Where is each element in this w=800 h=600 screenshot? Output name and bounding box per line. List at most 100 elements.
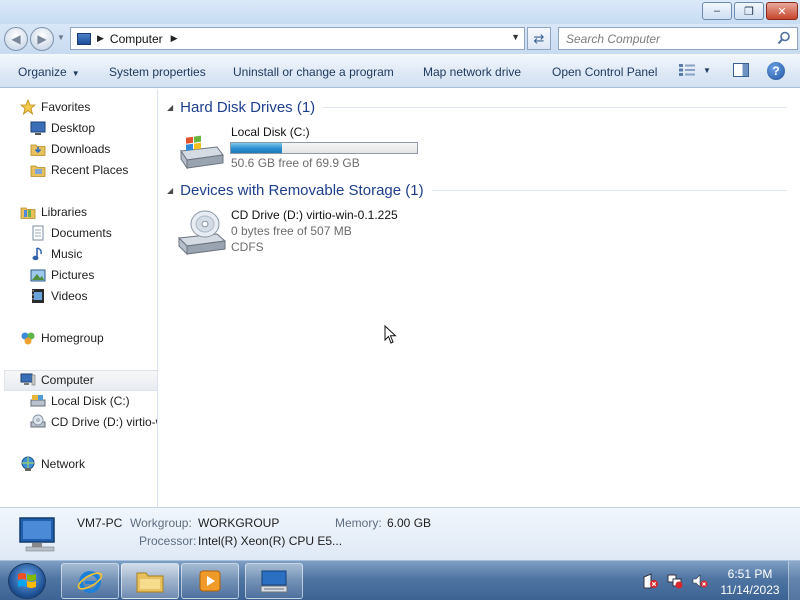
group-removable-storage[interactable]: ◢ Devices with Removable Storage (1) xyxy=(167,180,787,200)
drive-d-filesystem: CDFS xyxy=(231,240,264,254)
cd-drive-icon xyxy=(177,210,227,256)
media-player-icon xyxy=(199,570,221,592)
command-bar: Organize ▼ System properties Uninstall or… xyxy=(0,54,800,88)
nav-homegroup-label: Homegroup xyxy=(41,331,104,345)
pictures-icon xyxy=(30,269,46,282)
folder-icon xyxy=(136,572,164,593)
nav-videos[interactable]: Videos xyxy=(30,286,87,306)
group-removable-title: Devices with Removable Storage (1) xyxy=(180,181,424,199)
organize-menu[interactable]: Organize ▼ xyxy=(18,65,80,79)
local-disk-icon xyxy=(180,135,224,169)
map-network-drive-button[interactable]: Map network drive xyxy=(423,65,521,79)
show-desktop-button[interactable] xyxy=(788,561,800,600)
action-center-icon[interactable] xyxy=(643,573,659,589)
drive-d-name: CD Drive (D:) virtio-win-0.1.225 xyxy=(231,208,398,222)
taskbar-media-player[interactable] xyxy=(181,563,239,599)
maximize-button[interactable]: ❐ xyxy=(734,2,764,20)
recent-pages-dropdown-icon[interactable]: ▼ xyxy=(57,33,65,42)
taskbar-virtual-keyboard[interactable] xyxy=(245,563,303,599)
nav-computer-label: Computer xyxy=(41,373,94,387)
taskbar: 6:51 PM 11/14/2023 xyxy=(0,560,800,600)
nav-pictures[interactable]: Pictures xyxy=(30,265,94,285)
details-pane: VM7-PC Workgroup: WORKGROUP Memory: 6.00… xyxy=(0,507,800,560)
back-button[interactable]: ◀ xyxy=(4,27,28,51)
nav-cd-drive-label: CD Drive (D:) virtio-w xyxy=(51,415,158,429)
nav-libraries[interactable]: Libraries xyxy=(20,202,87,222)
nav-network[interactable]: Network xyxy=(20,454,85,474)
forward-arrow-icon: ▶ xyxy=(37,32,47,46)
group-hard-disk-title: Hard Disk Drives (1) xyxy=(180,98,316,116)
group-divider xyxy=(431,189,787,191)
desktop-icon xyxy=(30,121,46,135)
preview-pane-icon[interactable] xyxy=(733,63,749,77)
breadcrumb-chevron-icon[interactable]: ▶ xyxy=(171,33,178,44)
drive-d-free-space: 0 bytes free of 507 MB xyxy=(231,224,352,238)
back-arrow-icon: ◀ xyxy=(11,32,21,46)
videos-icon xyxy=(32,289,44,303)
nav-homegroup[interactable]: Homegroup xyxy=(20,328,104,348)
drive-cd-d[interactable]: CD Drive (D:) virtio-win-0.1.225 0 bytes… xyxy=(175,206,435,258)
workgroup-value: WORKGROUP xyxy=(198,516,280,530)
group-hard-disk-drives[interactable]: ◢ Hard Disk Drives (1) xyxy=(167,97,787,117)
mouse-pointer-icon xyxy=(384,325,397,344)
taskbar-internet-explorer[interactable] xyxy=(61,563,119,599)
remote-desktop-icon xyxy=(260,570,288,593)
computer-icon xyxy=(20,373,36,386)
drive-c-usage-fill xyxy=(231,143,283,153)
nav-recent-places[interactable]: Recent Places xyxy=(30,160,128,180)
nav-cd-drive[interactable]: CD Drive (D:) virtio-w xyxy=(30,412,158,432)
nav-videos-label: Videos xyxy=(51,289,88,303)
star-icon xyxy=(20,99,36,115)
group-divider xyxy=(323,106,787,108)
close-button[interactable]: ✕ xyxy=(766,2,798,20)
memory-label: Memory: xyxy=(335,516,382,530)
title-bar: – ❐ ✕ xyxy=(0,0,800,24)
change-view-icon[interactable] xyxy=(678,63,696,77)
breadcrumb-computer[interactable]: Computer xyxy=(110,32,163,46)
drive-c-free-space: 50.6 GB free of 69.9 GB xyxy=(231,156,360,170)
window-controls: – ❐ ✕ xyxy=(702,2,798,20)
search-input[interactable] xyxy=(566,31,766,46)
search-box[interactable] xyxy=(558,27,798,50)
volume-muted-icon[interactable] xyxy=(692,573,708,589)
search-icon[interactable] xyxy=(777,31,791,45)
system-properties-button[interactable]: System properties xyxy=(109,65,206,79)
forward-button[interactable]: ▶ xyxy=(30,27,54,51)
nav-music[interactable]: Music xyxy=(30,244,82,264)
address-bar[interactable]: ▶ Computer ▶ ▼ xyxy=(70,27,525,50)
nav-desktop[interactable]: Desktop xyxy=(30,118,95,138)
nav-desktop-label: Desktop xyxy=(51,121,96,135)
help-button[interactable]: ? xyxy=(767,62,785,80)
collapse-triangle-icon[interactable]: ◢ xyxy=(167,186,173,195)
uninstall-program-button[interactable]: Uninstall or change a program xyxy=(233,65,394,79)
libraries-icon xyxy=(20,207,36,219)
chevron-down-icon: ▼ xyxy=(71,69,80,78)
internet-explorer-icon xyxy=(77,571,103,593)
clock-time[interactable]: 6:51 PM xyxy=(718,567,782,581)
refresh-button[interactable]: ⇄ xyxy=(527,27,551,50)
memory-value: 6.00 GB xyxy=(387,516,432,530)
nav-local-disk[interactable]: Local Disk (C:) xyxy=(30,391,130,411)
nav-favorites[interactable]: Favorites xyxy=(20,97,90,117)
taskbar-windows-explorer[interactable] xyxy=(121,563,179,599)
music-note-icon xyxy=(32,247,42,261)
nav-downloads[interactable]: Downloads xyxy=(30,139,110,159)
computer-name: VM7-PC xyxy=(77,516,123,530)
open-control-panel-button[interactable]: Open Control Panel xyxy=(552,65,657,79)
processor-label: Processor: xyxy=(139,534,197,548)
view-options-dropdown-icon[interactable]: ▼ xyxy=(703,66,711,75)
nav-recent-places-label: Recent Places xyxy=(51,163,129,177)
cd-drive-icon xyxy=(30,414,46,428)
collapse-triangle-icon[interactable]: ◢ xyxy=(167,103,173,112)
network-status-icon[interactable] xyxy=(667,573,683,589)
clock-date[interactable]: 11/14/2023 xyxy=(714,583,786,597)
minimize-button[interactable]: – xyxy=(702,2,732,20)
nav-music-label: Music xyxy=(51,247,83,261)
nav-computer[interactable]: Computer xyxy=(20,370,94,390)
breadcrumb-chevron-icon[interactable]: ▶ xyxy=(97,33,104,44)
address-dropdown-icon[interactable]: ▼ xyxy=(511,32,520,42)
nav-documents[interactable]: Documents xyxy=(30,223,112,243)
drive-local-disk-c[interactable]: Local Disk (C:) 50.6 GB free of 69.9 GB xyxy=(175,123,425,173)
start-button[interactable] xyxy=(8,563,46,599)
content-pane: ◢ Hard Disk Drives (1) Local Disk (C:) 5… xyxy=(159,89,800,507)
